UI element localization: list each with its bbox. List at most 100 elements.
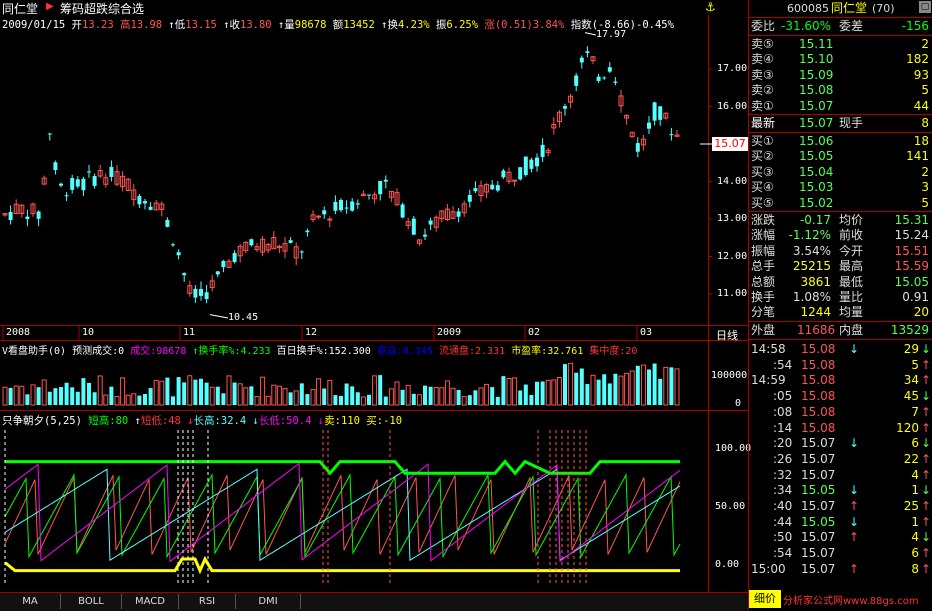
tick-row[interactable]: :40 15.07 ↑ 25 ↑ — [749, 499, 932, 514]
candle-body — [490, 184, 495, 190]
candle-body — [316, 215, 322, 218]
volume-bar — [265, 395, 271, 406]
tick-row[interactable]: :54 15.07 6 ↑ — [749, 546, 932, 561]
stat-row[interactable]: 涨跌 -0.17 均价 15.31 — [749, 213, 932, 228]
volume-legend: V看盘助手(0) 预测成交:0 成交:98678 ↑换手率%:4.233 百日换… — [2, 346, 638, 357]
volume-bar — [461, 396, 467, 406]
candle-body — [613, 81, 618, 83]
volume-bar — [394, 381, 400, 406]
volume-bar — [339, 395, 343, 405]
volume-bar — [367, 394, 371, 405]
volume-bar — [13, 385, 19, 406]
tab-ma[interactable]: MA — [0, 594, 61, 609]
volume-bar — [647, 369, 651, 405]
last-price-row: 最新 15.07 现手 8 — [751, 116, 929, 130]
buy-line — [4, 555, 680, 575]
candle-body — [204, 292, 209, 300]
candle-body — [53, 162, 58, 171]
volume-bar — [109, 386, 114, 405]
ask-row[interactable]: 卖① 15.07 44 — [749, 99, 932, 114]
volume-bar — [182, 382, 187, 405]
volume-bar — [322, 388, 327, 405]
tick-row[interactable]: :26 15.07 22 ↑ — [749, 452, 932, 467]
candle-body — [635, 143, 640, 152]
candle-body — [512, 179, 518, 182]
volume-bar — [428, 386, 433, 405]
price-tick-5: 12.00 — [717, 250, 748, 262]
candle-body — [87, 171, 91, 173]
chart-area[interactable]: 同仁堂 ▶ 筹码超跌综合选 ⚓ 2009/01/15 开13.23 高13.98… — [0, 0, 751, 611]
stat-row[interactable]: 振幅 3.54% 今开 15.51 — [749, 244, 932, 259]
volume-bar — [30, 384, 36, 406]
candle-body — [165, 219, 170, 227]
tick-row[interactable]: :50 15.07 ↑ 4 ↓ — [749, 530, 932, 545]
ask-row[interactable]: 卖④ 15.10 182 — [749, 52, 932, 67]
tick-row[interactable]: :34 15.05 ↓ 1 ↓ — [749, 483, 932, 498]
volume-bar — [613, 373, 618, 405]
volume-bar — [556, 376, 562, 406]
stat-row[interactable]: 分笔 1244 均量 20 — [749, 305, 932, 320]
candle-body — [182, 273, 187, 276]
tick-row[interactable]: :54 15.08 5 ↑ — [749, 358, 932, 373]
bid-row[interactable]: 买④ 15.03 3 — [749, 180, 932, 195]
tick-row[interactable]: 14:59 15.08 34 ↑ — [749, 373, 932, 388]
volume-bar — [495, 396, 500, 405]
volume-bar — [652, 363, 657, 405]
volume-bar — [221, 393, 226, 405]
stat-row[interactable]: 换手 1.08% 量比 0.91 — [749, 290, 932, 305]
volume-bar — [635, 365, 640, 405]
volume-bar — [640, 364, 646, 406]
volume-bar — [423, 385, 427, 405]
tick-row[interactable]: 15:00 15.07 ↑ 8 ↑ — [749, 562, 932, 577]
volume-bar — [540, 381, 545, 405]
volume-bar — [176, 377, 181, 405]
bid-row[interactable]: 买③ 15.04 2 — [749, 165, 932, 180]
volume-bar — [36, 387, 41, 405]
tick-row[interactable]: :44 15.05 ↓ 1 ↑ — [749, 515, 932, 530]
volume-bar — [310, 389, 316, 406]
candle-body — [585, 51, 590, 53]
tick-row[interactable]: :14 15.08 120 ↑ — [749, 421, 932, 436]
tab-macd[interactable]: MACD — [122, 594, 179, 609]
volume-bar — [243, 387, 249, 406]
date-tick-3: 12 — [305, 327, 318, 338]
candle-body — [75, 179, 80, 187]
period-label[interactable]: 日线 — [716, 327, 738, 343]
stat-row[interactable]: 总额 3861 最低 15.05 — [749, 275, 932, 290]
tab-rsi[interactable]: RSI — [179, 594, 236, 609]
candle-body — [92, 176, 97, 186]
bid-row[interactable]: 买⑤ 15.02 5 — [749, 196, 932, 211]
volume-bar — [590, 374, 596, 406]
tab-boll[interactable]: BOLL — [61, 594, 122, 609]
tick-row[interactable]: :32 15.07 4 ↑ — [749, 468, 932, 483]
detail-price-button[interactable]: 细价 — [749, 590, 781, 608]
tab-dmi[interactable]: DMI — [236, 594, 301, 609]
stat-row[interactable]: 总手 25215 最高 15.59 — [749, 259, 932, 274]
stat-row[interactable]: 涨幅 -1.12% 前收 15.24 — [749, 228, 932, 243]
chart-svg[interactable] — [0, 0, 748, 592]
volume-bar — [8, 387, 13, 405]
candle-body — [574, 75, 579, 86]
volume-bar — [456, 389, 461, 405]
tick-row[interactable]: :20 15.07 ↓ 6 ↓ — [749, 436, 932, 451]
candle-body — [137, 196, 142, 205]
volume-bar — [81, 378, 86, 405]
tick-row[interactable]: :08 15.08 7 ↑ — [749, 405, 932, 420]
vol-axis-zero: 0 — [735, 398, 742, 409]
bid-row[interactable]: 买① 15.06 18 — [749, 134, 932, 149]
ask-row[interactable]: 卖③ 15.09 93 — [749, 68, 932, 83]
candle-body — [607, 67, 612, 72]
price-tick-0: 17.00 — [717, 63, 748, 74]
candle-body — [647, 122, 651, 129]
panel-menu-icon[interactable]: ▢ — [919, 1, 931, 13]
candle-body — [400, 204, 405, 218]
tick-row[interactable]: 14:58 15.08 ↓ 29 ↓ — [749, 342, 932, 357]
tick-row[interactable]: :05 15.08 45 ↓ — [749, 389, 932, 404]
bid-row[interactable]: 买② 15.05 141 — [749, 149, 932, 164]
volume-bar — [439, 387, 445, 406]
ask-row[interactable]: 卖② 15.08 5 — [749, 83, 932, 98]
candle-body — [143, 201, 147, 204]
volume-bar — [276, 385, 282, 406]
ask-row[interactable]: 卖⑤ 15.11 2 — [749, 37, 932, 52]
order-ratio-row: 委比 -31.60% 委差 -156 — [751, 19, 929, 33]
